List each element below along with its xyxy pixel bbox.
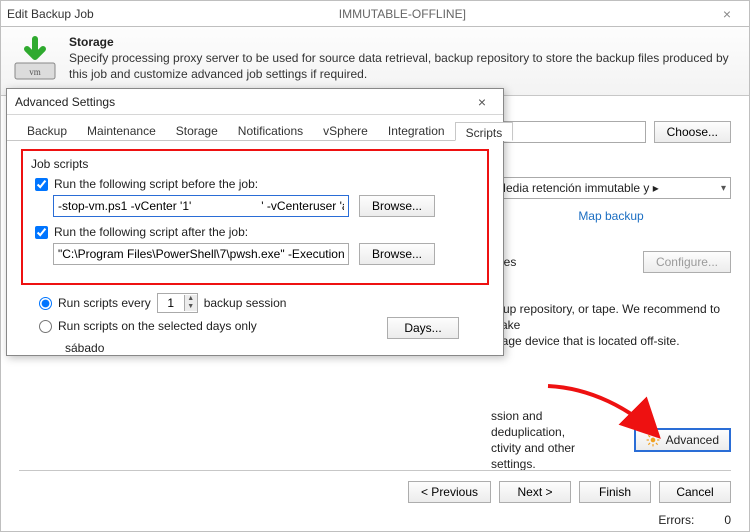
tab-notifications[interactable]: Notifications xyxy=(228,121,313,140)
offsite-recommend-2: orage device that is located off-site. xyxy=(491,333,731,349)
run-every-label: Run scripts every xyxy=(58,296,151,310)
dialog-tabs: Backup Maintenance Storage Notifications… xyxy=(7,115,503,141)
before-job-label: Run the following script before the job: xyxy=(54,177,258,191)
run-every-suffix: backup session xyxy=(204,296,287,310)
advanced-settings-dialog: Advanced Settings × Backup Maintenance S… xyxy=(6,88,504,356)
job-scripts-group-label: Job scripts xyxy=(31,157,479,171)
proxy-textbox[interactable] xyxy=(491,121,646,143)
scripts-tab-body: Job scripts Run the following script bef… xyxy=(7,141,503,365)
tab-backup[interactable]: Backup xyxy=(17,121,77,140)
window-title: Edit Backup Job xyxy=(7,7,94,21)
configure-button[interactable]: Configure... xyxy=(643,251,731,273)
gear-icon xyxy=(646,433,660,447)
errors-label: Errors: xyxy=(658,513,694,527)
window-titlebar: Edit Backup Job IMMUTABLE-OFFLINE] × xyxy=(1,1,749,27)
after-browse-button[interactable]: Browse... xyxy=(359,243,435,265)
tab-maintenance[interactable]: Maintenance xyxy=(77,121,166,140)
window-title-suffix: IMMUTABLE-OFFLINE] xyxy=(94,7,711,21)
days-button[interactable]: Days... xyxy=(387,317,459,339)
interval-spinner[interactable]: ▲ ▼ xyxy=(157,293,198,313)
chevron-down-icon: ▾ xyxy=(721,183,726,194)
dialog-titlebar: Advanced Settings × xyxy=(7,89,503,115)
dialog-title: Advanced Settings xyxy=(15,95,469,109)
interval-input[interactable] xyxy=(158,294,184,312)
selected-day: sábado xyxy=(65,341,489,355)
status-bar: Errors: 0 xyxy=(658,513,731,527)
before-browse-button[interactable]: Browse... xyxy=(359,195,435,217)
storage-description: Specify processing proxy server to be us… xyxy=(69,51,739,82)
highlight-box: Job scripts Run the following script bef… xyxy=(21,149,489,285)
storage-step-header: vm Storage Specify processing proxy serv… xyxy=(1,27,749,96)
window-close-button[interactable]: × xyxy=(711,6,743,22)
tab-integration[interactable]: Integration xyxy=(378,121,455,140)
tab-vsphere[interactable]: vSphere xyxy=(313,121,378,140)
next-button[interactable]: Next > xyxy=(499,481,571,503)
tab-scripts[interactable]: Scripts xyxy=(455,122,514,141)
before-job-checkbox[interactable] xyxy=(35,178,48,191)
tab-storage[interactable]: Storage xyxy=(166,121,228,140)
run-days-label: Run scripts on the selected days only xyxy=(58,319,257,333)
before-job-script-input[interactable] xyxy=(53,195,349,217)
run-every-radio[interactable] xyxy=(39,297,52,310)
after-job-checkbox[interactable] xyxy=(35,226,48,239)
cancel-button[interactable]: Cancel xyxy=(659,481,731,503)
advanced-button[interactable]: Advanced xyxy=(634,428,731,452)
after-job-checkbox-row: Run the following script after the job: xyxy=(35,225,479,239)
spinner-up-icon[interactable]: ▲ xyxy=(185,295,197,303)
after-job-script-input[interactable] xyxy=(53,243,349,265)
map-backup-link[interactable]: Map backup xyxy=(578,209,643,223)
storage-header-icon: vm xyxy=(11,35,59,83)
choose-button[interactable]: Choose... xyxy=(654,121,731,143)
offsite-recommend-1: ckup repository, or tape. We recommend t… xyxy=(491,301,731,333)
repository-dropdown[interactable]: Media retención immutable y ▸ ▾ xyxy=(491,177,731,199)
after-job-label: Run the following script after the job: xyxy=(54,225,248,239)
repository-selected: Media retención immutable y ▸ xyxy=(496,181,659,195)
spinner-down-icon[interactable]: ▼ xyxy=(185,303,197,311)
advanced-button-label: Advanced xyxy=(666,433,719,447)
finish-button[interactable]: Finish xyxy=(579,481,651,503)
before-job-checkbox-row: Run the following script before the job: xyxy=(35,177,479,191)
advanced-desc-2: ctivity and other settings. xyxy=(491,440,620,472)
dialog-close-button[interactable]: × xyxy=(469,94,495,110)
svg-text:vm: vm xyxy=(29,67,41,77)
advanced-desc-1: ssion and deduplication, xyxy=(491,408,620,440)
run-days-radio[interactable] xyxy=(39,320,52,333)
poses-label: oses xyxy=(491,255,635,269)
wizard-footer: < Previous Next > Finish Cancel xyxy=(19,470,731,503)
previous-button[interactable]: < Previous xyxy=(408,481,491,503)
storage-heading: Storage xyxy=(69,35,739,49)
errors-value: 0 xyxy=(724,513,731,527)
